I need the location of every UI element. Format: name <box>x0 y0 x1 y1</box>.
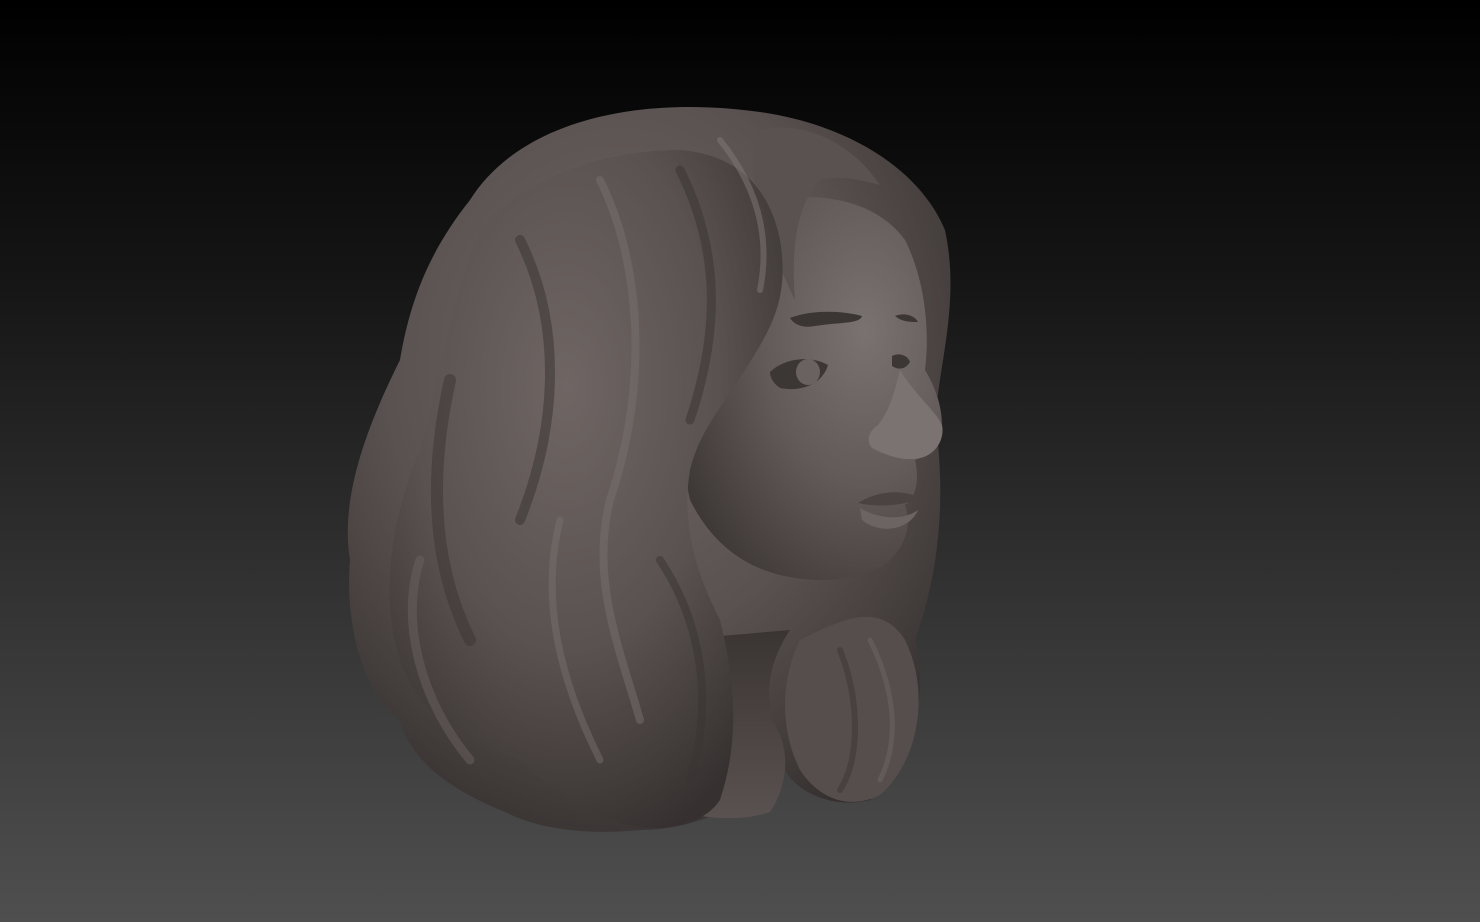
sculpted-head-model[interactable] <box>0 0 1480 922</box>
3d-viewport-canvas[interactable] <box>0 0 1480 922</box>
iris-left <box>796 359 820 385</box>
